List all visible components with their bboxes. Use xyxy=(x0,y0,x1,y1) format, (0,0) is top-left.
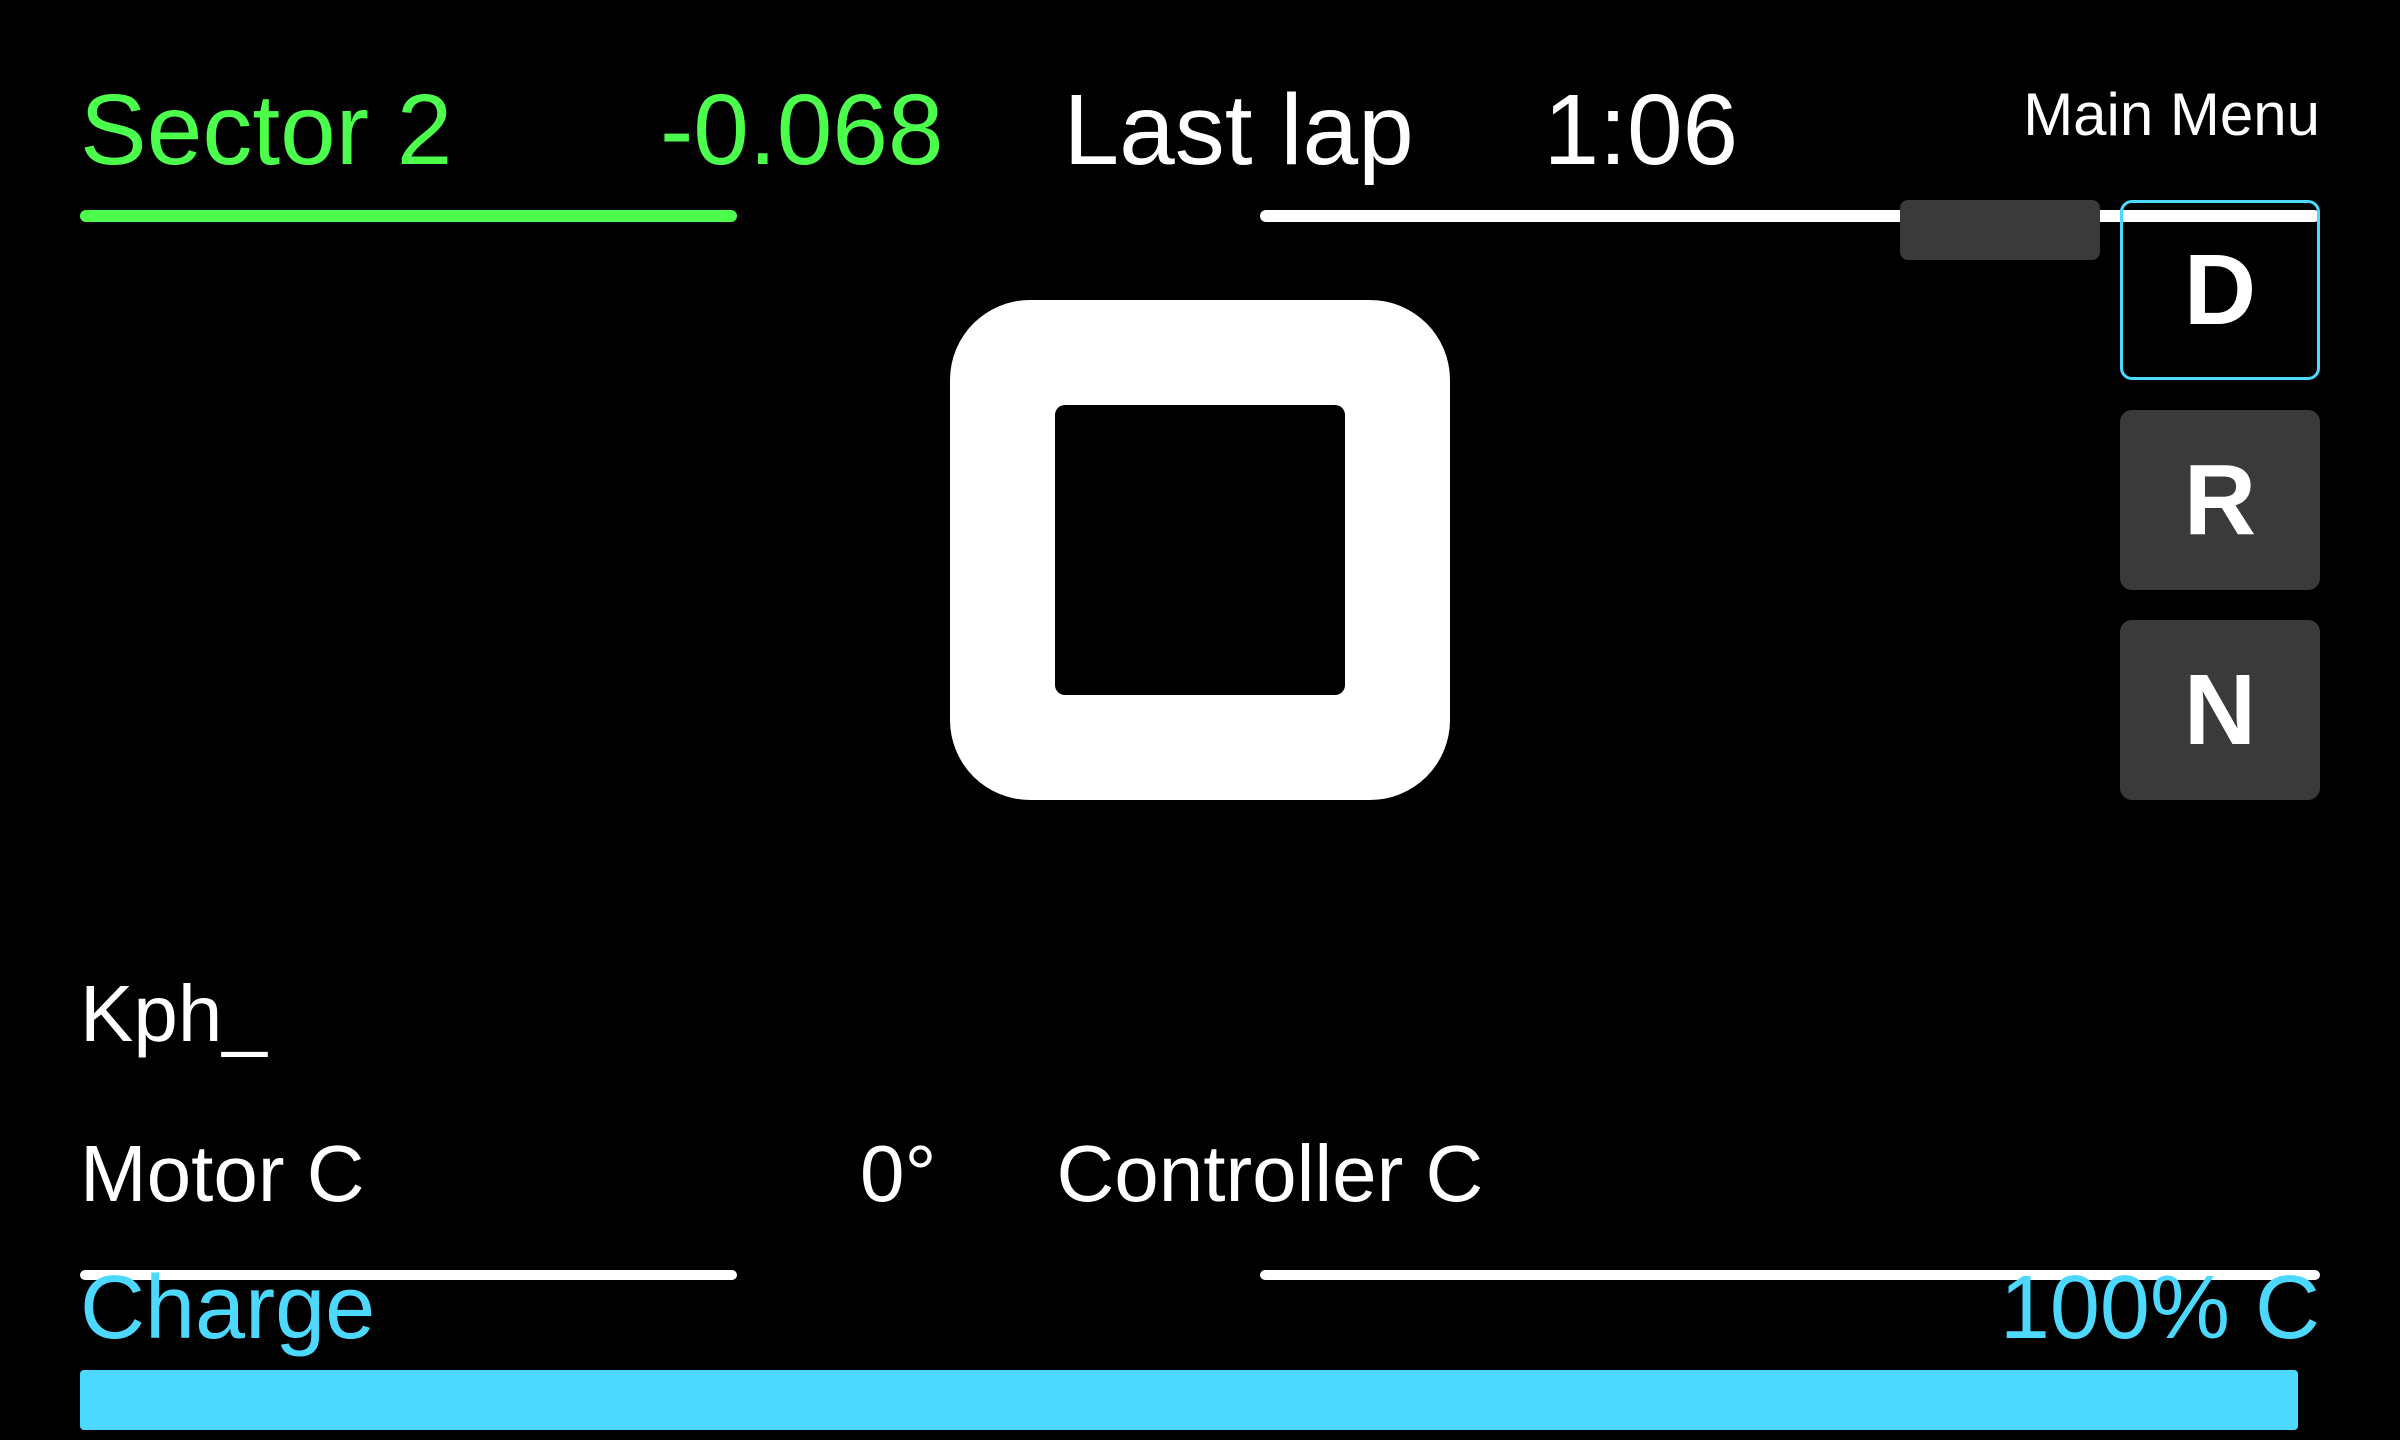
charge-percent: 100% C xyxy=(2000,1257,2320,1360)
motor-label: Motor C xyxy=(80,1128,420,1220)
last-lap-time: 1:06 xyxy=(1544,73,1744,188)
controller-label: Controller C xyxy=(1056,1128,1483,1220)
small-indicator-box xyxy=(1900,200,2100,260)
main-container: Sector 2 -0.068 Last lap 1:06 Main Menu … xyxy=(0,0,2400,1440)
main-menu-button[interactable]: Main Menu xyxy=(2023,80,2320,149)
charge-label: Charge xyxy=(80,1257,375,1360)
motor-controller-row: Motor C 0° Controller C xyxy=(80,1128,2320,1220)
center-icon-area xyxy=(900,250,1500,850)
charge-row: Charge 100% C xyxy=(80,1257,2320,1360)
gear-d-button[interactable]: D xyxy=(2120,200,2320,380)
gear-n-button[interactable]: N xyxy=(2120,620,2320,800)
charge-bar-fill xyxy=(80,1370,2298,1430)
gear-buttons-panel: D R N xyxy=(2120,200,2320,800)
motor-temp: 0° xyxy=(860,1128,936,1220)
last-lap-label: Last lap xyxy=(1064,73,1464,188)
square-icon xyxy=(900,250,1500,850)
sector-label: Sector 2 xyxy=(80,73,580,188)
sector-time: -0.068 xyxy=(660,73,944,188)
header-row: Sector 2 -0.068 Last lap 1:06 Main Menu xyxy=(0,60,2400,200)
speed-info: Kph_ xyxy=(80,968,267,1060)
sector-progress-bar xyxy=(80,210,1140,222)
gear-r-button[interactable]: R xyxy=(2120,410,2320,590)
sector-progress-fill xyxy=(80,210,737,222)
charge-bar-container xyxy=(80,1370,2320,1430)
